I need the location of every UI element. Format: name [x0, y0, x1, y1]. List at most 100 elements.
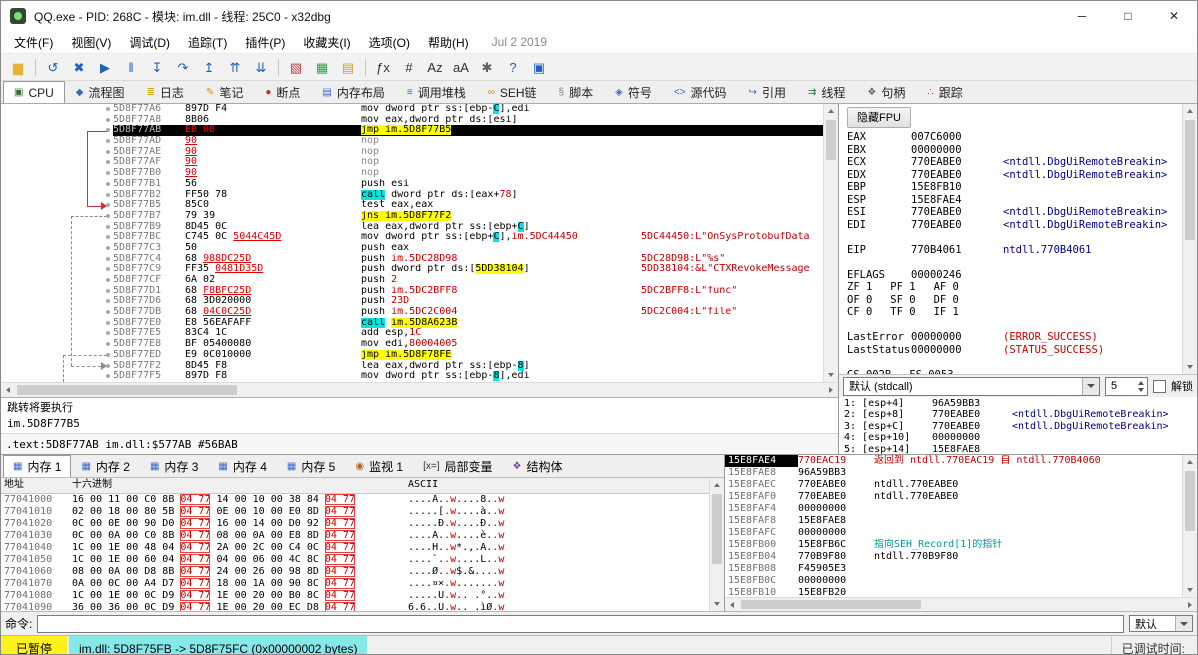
command-mode-select[interactable]: 默认	[1129, 615, 1193, 632]
register-row[interactable]: ESP 15E8FAE4	[847, 194, 1182, 207]
disassembly-vertical-scrollbar[interactable]	[823, 104, 838, 382]
menu-item[interactable]: 追踪(T)	[179, 31, 236, 53]
disasm-row[interactable]: 5D8F77E8 BF 05400080 mov edi,80004005	[1, 339, 823, 350]
dump-row[interactable]: 77041080 1C 00 1E 00 0C D9 04 77 1E 00 20…	[1, 590, 709, 602]
tab-struct[interactable]: ❖ 结构体	[503, 455, 573, 477]
cpu-chip-button[interactable]: ▣	[526, 56, 552, 78]
stack-horizontal-scrollbar[interactable]	[725, 597, 1197, 611]
disasm-row[interactable]: 5D8F77B1 56 push esi	[1, 179, 823, 190]
breakpoint-dot[interactable]	[106, 278, 110, 282]
argument-row[interactable]: 1: [esp+4] 96A59BB3	[844, 398, 1197, 409]
disasm-row[interactable]: 5D8F77ED E9 0C010000 jmp im.5D8F78FE	[1, 349, 823, 361]
dump-row[interactable]: 77041010 02 00 18 00 80 5B 04 77 0E 00 10…	[1, 506, 709, 518]
stack-row[interactable]: 15E8FB00 15E8FB6C 指向SEH_Record[1]的指针	[725, 539, 1182, 551]
tab-threads[interactable]: ⇉ 线程	[797, 81, 856, 103]
register-row[interactable]: EDI 770EABE0 <ntdll.DbgUiRemoteBreakin>	[847, 219, 1182, 232]
register-row[interactable]: ECX 770EABE0 <ntdll.DbgUiRemoteBreakin>	[847, 156, 1182, 169]
disasm-row[interactable]: 5D8F77AB EB 08 jmp im.5D8F77B5	[1, 125, 823, 137]
stack-row[interactable]: 15E8FAE8 96A59BB3	[725, 467, 1182, 479]
step-over-button[interactable]: ↷	[170, 56, 196, 78]
register-row[interactable]: EDX 770EABE0 <ntdll.DbgUiRemoteBreakin>	[847, 169, 1182, 182]
menu-item[interactable]: 文件(F)	[5, 31, 62, 53]
scroll-up-icon[interactable]	[714, 483, 720, 487]
tab-call-stack[interactable]: ≡ 调用堆栈	[396, 81, 477, 103]
dump-row[interactable]: 77041040 1C 00 1E 00 48 04 04 77 2A 00 2C…	[1, 542, 709, 554]
dump-row[interactable]: 77041000 16 00 11 00 C0 8B 04 77 14 00 10…	[1, 494, 709, 506]
stack-row[interactable]: 15E8FAE4 770EAC19 返回到 ntdll.770EAC19 自 ntd…	[725, 455, 1182, 467]
breakpoint-dot[interactable]	[106, 181, 110, 186]
stack-row[interactable]: 15E8FB04 770B9F80 ntdll.770B9F80	[725, 551, 1182, 563]
execute-till-return-button[interactable]: ↥	[196, 56, 222, 78]
help-button[interactable]: ?	[500, 56, 526, 78]
stack-row[interactable]: 15E8FAFC 00000000	[725, 527, 1182, 539]
animate-into-button[interactable]: ⇊	[248, 56, 274, 78]
disasm-row[interactable]: 5D8F77AE 90 nop	[1, 147, 823, 158]
pause-button[interactable]: ‖	[118, 56, 144, 78]
disasm-row[interactable]: 5D8F77BC C745 0C 5044C45D mov dword ptr ss…	[1, 232, 823, 243]
scrollbar-thumb[interactable]	[1185, 471, 1195, 531]
disasm-row[interactable]: 5D8F77A8 8B06 mov eax,dword ptr ds:[esi]	[1, 115, 823, 126]
dump-row[interactable]: 77041090 36 00 36 00 0C D9 04 77 1E 00 20…	[1, 602, 709, 611]
breakpoint-dot[interactable]	[106, 288, 110, 293]
patches-button[interactable]: ▧	[283, 56, 309, 78]
tab-watch-1[interactable]: ◉ 监视 1	[345, 455, 413, 477]
tab-script[interactable]: § 脚本	[548, 81, 605, 103]
disasm-row[interactable]: 5D8F77C4 68 988DC25D push im.5DC28D98 5DC28…	[1, 254, 823, 265]
assembler-button[interactable]: Az	[422, 56, 448, 78]
menu-item[interactable]: 插件(P)	[236, 31, 294, 53]
tab-dump-5[interactable]: ▦ 内存 5	[277, 455, 345, 477]
register-row[interactable]: EAX 007C6000	[847, 131, 1182, 144]
argument-row[interactable]: 3: [esp+C] 770EABE0 <ntdll.DbgUiRemoteBrea…	[844, 421, 1197, 432]
disasm-row[interactable]: 5D8F77E5 83C4 1C add esp,1C	[1, 328, 823, 339]
text-case-button[interactable]: aA	[448, 56, 474, 78]
dump-row[interactable]: 77041020 0C 00 0E 00 90 D0 04 77 16 00 14…	[1, 518, 709, 530]
breakpoint-dot[interactable]	[106, 374, 110, 379]
breakpoint-dot[interactable]	[106, 299, 110, 304]
breakpoint-dot[interactable]	[106, 117, 110, 122]
disasm-row[interactable]: 5D8F77AD 90 nop	[1, 136, 823, 147]
breakpoint-dot[interactable]	[106, 213, 110, 218]
run-button[interactable]: ▶	[92, 56, 118, 78]
stack-row[interactable]: 15E8FAEC 770EABE0 ntdll.770EABE0	[725, 479, 1182, 491]
menu-item[interactable]: 选项(O)	[360, 31, 419, 53]
maximize-button[interactable]: □	[1105, 1, 1151, 31]
tab-cpu[interactable]: ▣ CPU	[3, 81, 65, 103]
scroll-up-icon[interactable]	[1187, 460, 1193, 464]
run-to-user-code-button[interactable]: ⇈	[222, 56, 248, 78]
settings-button[interactable]: ✱	[474, 56, 500, 78]
breakpoint-dot[interactable]	[106, 245, 110, 250]
breakpoint-dot[interactable]	[106, 192, 110, 197]
breakpoint-dot[interactable]	[106, 342, 110, 347]
disasm-row[interactable]: 5D8F77A6 897D F4 mov dword ptr ss:[ebp-C],…	[1, 104, 823, 115]
scrollbar-thumb[interactable]	[826, 120, 836, 160]
breakpoint-dot[interactable]	[106, 310, 110, 315]
breakpoint-dot[interactable]	[106, 203, 110, 208]
tab-source[interactable]: <> 源代码	[663, 81, 738, 103]
close-button[interactable]: ✕	[1151, 1, 1197, 31]
argument-row[interactable]: 4: [esp+10] 00000000	[844, 432, 1197, 443]
tab-symbols[interactable]: ◈ 符号	[604, 81, 663, 103]
unlock-checkbox[interactable]	[1153, 379, 1166, 393]
disasm-row[interactable]: 5D8F77AF 90 nop	[1, 157, 823, 168]
chevron-down-icon[interactable]	[1082, 377, 1099, 395]
disasm-row[interactable]: 5D8F77CF 6A 02 push 2	[1, 275, 823, 286]
dump-row[interactable]: 77041030 0C 00 0A 00 C0 8B 04 77 08 00 0A…	[1, 530, 709, 542]
chevron-down-icon[interactable]	[1175, 616, 1192, 631]
tab-graph[interactable]: ◆ 流程图	[65, 81, 136, 103]
disasm-row[interactable]: 5D8F77D6 68 3D020000 push 23D	[1, 296, 823, 307]
calling-convention-select[interactable]: 默认 (stdcall)	[843, 376, 1100, 396]
memory-dump-button[interactable]: ▤	[335, 56, 361, 78]
minimize-button[interactable]: ─	[1059, 1, 1105, 31]
scroll-right-icon[interactable]	[1188, 602, 1192, 608]
dump-row[interactable]: 77041050 1C 00 1E 00 60 04 04 77 04 00 06…	[1, 554, 709, 566]
scroll-right-icon[interactable]	[829, 387, 833, 393]
stop-debuggee-button[interactable]: ✖	[66, 56, 92, 78]
simd-registers-button[interactable]: ▦	[309, 56, 335, 78]
scrollbar-thumb[interactable]	[741, 600, 921, 609]
registers-scrollbar[interactable]	[1182, 104, 1197, 374]
breakpoint-dot[interactable]	[106, 331, 110, 336]
breakpoint-dot[interactable]	[106, 128, 110, 133]
stack-row[interactable]: 15E8FAF8 15E8FAE8	[725, 515, 1182, 527]
register-row[interactable]: OF 0 SF 0 DF 0	[847, 294, 1182, 307]
stack-row[interactable]: 15E8FAF0 770EABE0 ntdll.770EABE0	[725, 491, 1182, 503]
